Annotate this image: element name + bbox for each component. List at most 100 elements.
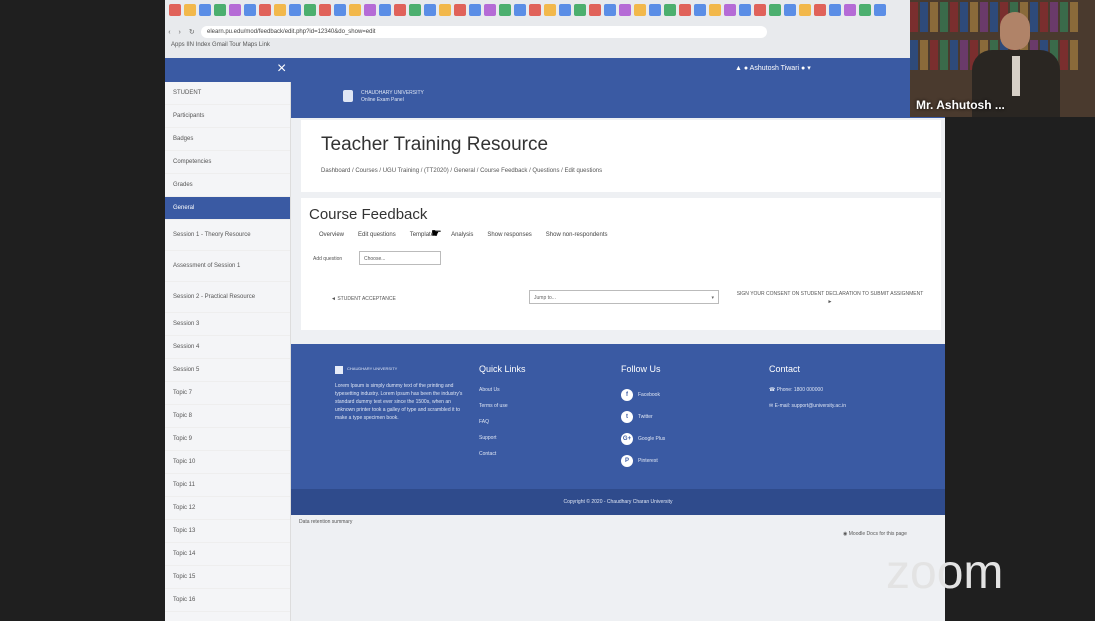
extension-icon[interactable] — [574, 4, 586, 16]
extension-icon[interactable] — [499, 4, 511, 16]
extension-icon[interactable] — [559, 4, 571, 16]
social-facebook[interactable]: f Facebook — [621, 384, 665, 406]
extension-icon[interactable] — [439, 4, 451, 16]
extension-icon[interactable] — [244, 4, 256, 16]
extension-icon[interactable] — [739, 4, 751, 16]
extension-icon[interactable] — [604, 4, 616, 16]
university-logo-icon[interactable] — [343, 90, 353, 102]
tab-edit-questions[interactable]: Edit questions — [356, 230, 398, 240]
sidebar-item-topic-10[interactable]: Topic 10 — [165, 451, 290, 474]
extension-icon[interactable] — [814, 4, 826, 16]
extension-icon[interactable] — [769, 4, 781, 16]
extension-icon[interactable] — [664, 4, 676, 16]
extension-icon[interactable] — [424, 4, 436, 16]
add-question-select[interactable]: Choose... — [359, 251, 441, 265]
sidebar-item-participants[interactable]: Participants — [165, 105, 290, 128]
sidebar-item-badges[interactable]: Badges — [165, 128, 290, 151]
jump-to-select[interactable]: Jump to... ▾ — [529, 290, 719, 304]
tab-analysis[interactable]: Analysis — [449, 230, 475, 240]
extension-icon[interactable] — [214, 4, 226, 16]
participant-video[interactable]: Mr. Ashutosh ... — [910, 0, 1095, 117]
sidebar-item-session-2[interactable]: Session 2 - Practical Resource — [165, 282, 290, 313]
extension-icon[interactable] — [394, 4, 406, 16]
sidebar-item-session-5[interactable]: Session 5 — [165, 359, 290, 382]
extension-icon[interactable] — [259, 4, 271, 16]
extension-icon[interactable] — [874, 4, 886, 16]
sidebar-item-topic-13[interactable]: Topic 13 — [165, 520, 290, 543]
extension-icon[interactable] — [844, 4, 856, 16]
extension-icon[interactable] — [184, 4, 196, 16]
extension-icon[interactable] — [709, 4, 721, 16]
extension-icon[interactable] — [634, 4, 646, 16]
extension-icon[interactable] — [199, 4, 211, 16]
extension-icon[interactable] — [454, 4, 466, 16]
extension-icon[interactable] — [754, 4, 766, 16]
sidebar-item-topic-12[interactable]: Topic 12 — [165, 497, 290, 520]
moodle-docs-link[interactable]: ◉ Moodle Docs for this page — [843, 531, 907, 537]
footer-link-contact[interactable]: Contact — [479, 446, 508, 462]
sidebar-item-topic-9[interactable]: Topic 9 — [165, 428, 290, 451]
extension-icon[interactable] — [274, 4, 286, 16]
breadcrumb[interactable]: Dashboard / Courses / UGU Training / (TT… — [321, 168, 602, 174]
extension-icon[interactable] — [304, 4, 316, 16]
sidebar-item-topic-14[interactable]: Topic 14 — [165, 543, 290, 566]
extension-icon[interactable] — [544, 4, 556, 16]
extension-icon[interactable] — [799, 4, 811, 16]
extension-icon[interactable] — [694, 4, 706, 16]
footer-link-support[interactable]: Support — [479, 430, 508, 446]
sidebar-item-student[interactable]: STUDENT — [165, 82, 290, 105]
extension-icon[interactable] — [484, 4, 496, 16]
extension-icon[interactable] — [589, 4, 601, 16]
avatar-icon[interactable]: ● ▾ — [801, 65, 811, 72]
sidebar-item-session-1[interactable]: Session 1 - Theory Resource — [165, 220, 290, 251]
social-google-plus[interactable]: G+ Google Plus — [621, 428, 665, 450]
sidebar-item-general[interactable]: General — [165, 197, 290, 220]
footer-link-about[interactable]: About Us — [479, 382, 508, 398]
footer-link-faq[interactable]: FAQ — [479, 414, 508, 430]
sidebar-item-competencies[interactable]: Competencies — [165, 151, 290, 174]
social-pinterest[interactable]: P Pinterest — [621, 450, 665, 472]
sidebar-item-session-3[interactable]: Session 3 — [165, 313, 290, 336]
extension-icon[interactable] — [379, 4, 391, 16]
extension-icon[interactable] — [169, 4, 181, 16]
extension-icon[interactable] — [724, 4, 736, 16]
extension-icon[interactable] — [649, 4, 661, 16]
data-retention-link[interactable]: Data retention summary — [299, 519, 352, 525]
extension-icon[interactable] — [784, 4, 796, 16]
sidebar-item-topic-16[interactable]: Topic 16 — [165, 589, 290, 612]
footer-link-terms[interactable]: Terms of use — [479, 398, 508, 414]
extension-icon[interactable] — [289, 4, 301, 16]
extension-icon[interactable] — [514, 4, 526, 16]
extension-icon[interactable] — [829, 4, 841, 16]
extension-icon[interactable] — [364, 4, 376, 16]
sidebar-item-topic-15[interactable]: Topic 15 — [165, 566, 290, 589]
tab-show-responses[interactable]: Show responses — [485, 230, 533, 240]
sidebar-item-topic-11[interactable]: Topic 11 — [165, 474, 290, 497]
sidebar-item-grades[interactable]: Grades — [165, 174, 290, 197]
bell-icon[interactable]: ▲ ● — [735, 65, 748, 72]
extension-icon[interactable] — [229, 4, 241, 16]
extension-icon[interactable] — [349, 4, 361, 16]
tab-show-non-respondents[interactable]: Show non-respondents — [544, 230, 610, 240]
extension-icon[interactable] — [409, 4, 421, 16]
prev-activity-link[interactable]: ◄ STUDENT ACCEPTANCE — [331, 296, 396, 302]
extension-icon[interactable] — [619, 4, 631, 16]
sidebar-item-assessment[interactable]: Assessment of Session 1 — [165, 251, 290, 282]
contact-email[interactable]: ✉ E-mail: support@university.ac.in — [769, 398, 846, 414]
extension-icon[interactable] — [469, 4, 481, 16]
extension-icon[interactable] — [334, 4, 346, 16]
sidebar-item-topic-7[interactable]: Topic 7 — [165, 382, 290, 405]
user-menu[interactable]: ▲ ● Ashutosh Tiwari ● ▾ — [735, 64, 811, 72]
extension-icon[interactable] — [859, 4, 871, 16]
bookmarks-bar[interactable]: Apps IIN Index Gmail Tour Maps Link — [171, 42, 270, 48]
social-twitter[interactable]: t Twitter — [621, 406, 665, 428]
extension-icon[interactable] — [679, 4, 691, 16]
extension-icon[interactable] — [319, 4, 331, 16]
sidebar-item-session-4[interactable]: Session 4 — [165, 336, 290, 359]
extension-icon[interactable] — [529, 4, 541, 16]
tab-overview[interactable]: Overview — [317, 230, 346, 240]
nav-arrows-icon[interactable]: ‹ › ↻ — [165, 28, 201, 36]
url-input[interactable]: elearn.pu.edu/mod/feedback/edit.php?id=1… — [201, 26, 767, 38]
close-icon[interactable]: × — [277, 60, 286, 78]
sidebar-item-topic-8[interactable]: Topic 8 — [165, 405, 290, 428]
